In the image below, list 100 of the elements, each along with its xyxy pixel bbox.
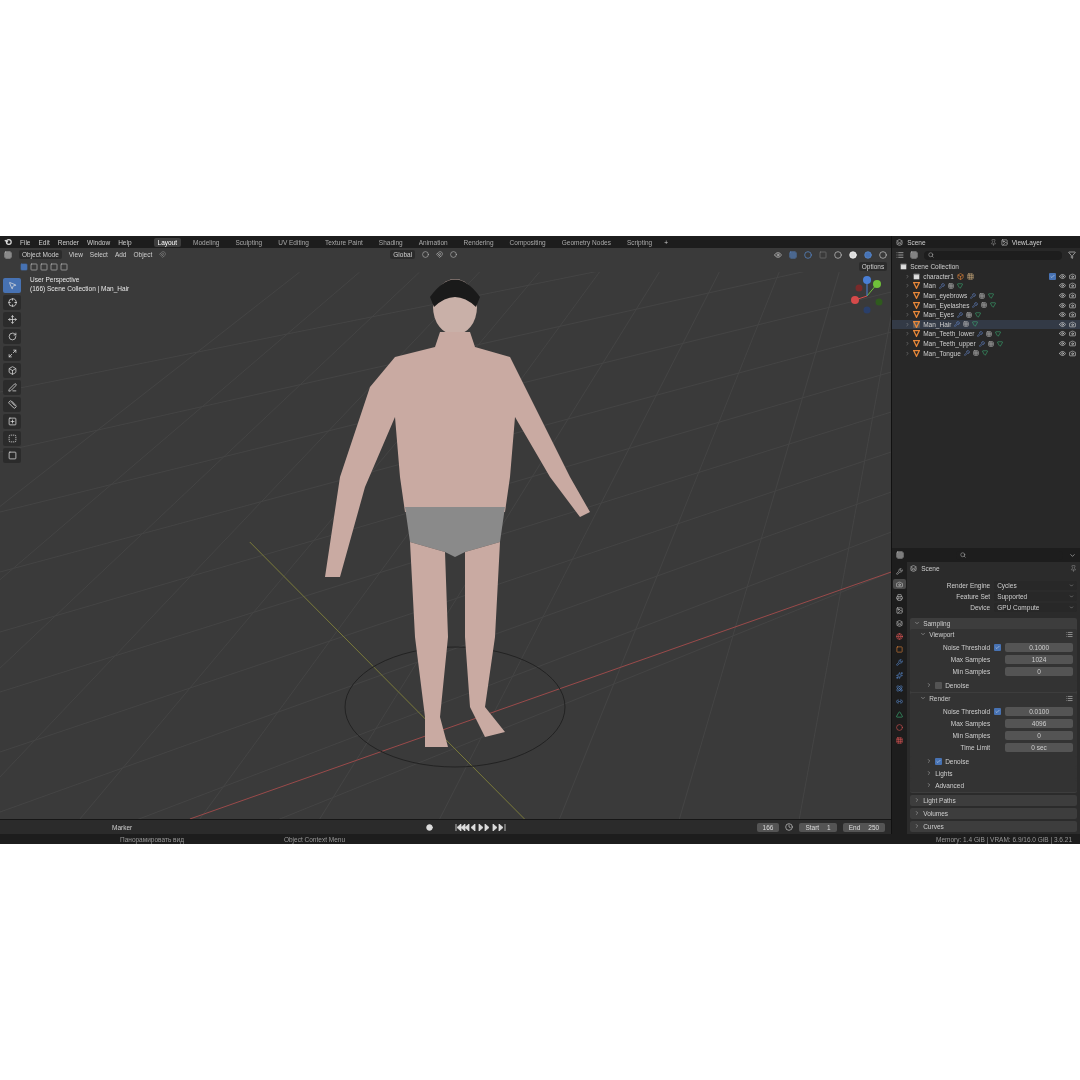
modifier-wrench-icon — [938, 283, 945, 289]
visibility-eye-icon[interactable] — [1059, 272, 1066, 280]
clock-icon[interactable] — [785, 823, 794, 831]
panel-checkbox[interactable] — [935, 758, 943, 765]
select-invert-icon[interactable] — [50, 262, 58, 271]
render-camera-icon[interactable] — [1069, 282, 1076, 290]
snap-icon[interactable] — [159, 251, 167, 258]
modifier-wrench-icon — [972, 302, 979, 309]
vertex-group-icon — [947, 283, 954, 289]
presets-list-icon[interactable] — [1066, 695, 1073, 702]
select-new-icon[interactable] — [20, 262, 28, 271]
proportional-edit-icon[interactable] — [450, 251, 458, 258]
visibility-eye-icon[interactable] — [1059, 330, 1066, 338]
tool-button[interactable] — [3, 346, 21, 361]
solid-shading-icon[interactable] — [849, 250, 858, 259]
display-mode-icon[interactable] — [896, 251, 905, 259]
tool-button[interactable] — [3, 363, 21, 378]
expand-chevron-icon[interactable] — [926, 770, 933, 777]
pin-icon[interactable] — [1070, 565, 1077, 573]
render-camera-icon[interactable] — [1069, 272, 1076, 280]
visibility-eye-icon[interactable] — [1059, 349, 1066, 357]
tool-button[interactable] — [3, 380, 21, 395]
render-camera-icon[interactable] — [1069, 292, 1076, 300]
collapse-chevron-icon[interactable] — [914, 620, 921, 627]
modifier-wrench-icon — [978, 340, 985, 347]
include-checkbox[interactable] — [1049, 272, 1056, 280]
expand-chevron-icon[interactable] — [926, 758, 933, 765]
search-icon — [928, 252, 935, 258]
select-subtract-icon[interactable] — [40, 262, 48, 271]
render-camera-icon[interactable] — [1069, 311, 1076, 319]
tool-button[interactable] — [3, 414, 21, 429]
visibility-eye-icon[interactable] — [1059, 292, 1066, 300]
collapse-chevron-icon[interactable] — [920, 695, 927, 702]
visibility-eye-icon[interactable] — [1059, 340, 1066, 348]
material-tab-icon — [896, 723, 904, 731]
visibility-eye-icon[interactable] — [1059, 320, 1066, 328]
property-checkbox[interactable] — [994, 708, 1002, 715]
rendered-shading-icon[interactable] — [879, 250, 888, 259]
expand-chevron-icon[interactable] — [926, 782, 933, 789]
tool-button[interactable] — [3, 312, 21, 327]
vertex-group-icon — [972, 350, 979, 357]
expand-chevron-icon[interactable] — [914, 810, 921, 817]
expand-chevron-icon[interactable] — [926, 682, 933, 689]
render-camera-icon[interactable] — [1069, 330, 1076, 338]
ruler-tool-icon — [7, 400, 17, 409]
presets-list-icon[interactable] — [1066, 631, 1073, 638]
world-tab-icon — [896, 632, 904, 640]
property-checkbox[interactable] — [994, 644, 1002, 651]
select-extend-icon[interactable] — [30, 262, 38, 271]
filter-icon[interactable] — [1068, 251, 1076, 259]
constraints-tab-icon — [896, 697, 904, 705]
add-cube-tool-icon — [7, 417, 17, 426]
render-camera-icon[interactable] — [1069, 301, 1076, 309]
dropdown-icon[interactable] — [1069, 551, 1076, 559]
visibility-eye-icon[interactable] — [1059, 282, 1066, 290]
tool-button[interactable] — [3, 329, 21, 344]
gizmo-toggle-icon[interactable] — [789, 250, 798, 259]
cursor-tool-icon — [7, 298, 17, 307]
modifier-wrench-icon — [970, 292, 977, 299]
overlay-toggle-icon[interactable] — [804, 250, 813, 259]
pin-icon[interactable] — [989, 238, 997, 246]
visibility-eye-icon[interactable] — [1059, 311, 1066, 319]
visibility-eye-icon[interactable] — [1059, 301, 1066, 309]
expand-chevron-icon[interactable] — [914, 797, 921, 804]
expand-chevron-icon[interactable] — [914, 823, 921, 830]
collection-box-icon — [913, 272, 921, 280]
tool-button[interactable] — [3, 448, 21, 463]
vertex-group-icon — [979, 292, 986, 299]
render-camera-icon[interactable] — [1069, 340, 1076, 348]
vertex-group-icon — [981, 302, 988, 309]
rotate-tool-icon — [7, 332, 17, 341]
record-icon[interactable] — [426, 823, 434, 831]
filter-mode-icon[interactable] — [910, 251, 919, 259]
view-layer-icon[interactable] — [1000, 238, 1008, 246]
search-field[interactable] — [924, 250, 1062, 260]
visibility-icon[interactable] — [774, 250, 783, 259]
select-intersect-icon[interactable] — [60, 262, 68, 271]
collapse-chevron-icon[interactable] — [920, 631, 927, 638]
data-tab-icon — [896, 710, 904, 718]
render-camera-icon[interactable] — [1069, 320, 1076, 328]
bevel-tool-icon — [7, 451, 17, 460]
editor-type-icon[interactable] — [896, 551, 905, 559]
vertex-group-icon — [963, 321, 970, 328]
properties-tab[interactable] — [893, 579, 907, 589]
vertex-group-icon — [987, 340, 994, 347]
modifier-wrench-icon — [956, 311, 963, 318]
material-shading-icon[interactable] — [864, 250, 873, 259]
armature-icon — [956, 272, 964, 280]
tool-button[interactable] — [3, 431, 21, 446]
tool-button[interactable] — [3, 295, 21, 310]
wireframe-shading-icon[interactable] — [834, 250, 843, 259]
panel-checkbox[interactable] — [935, 682, 943, 689]
editor-type-icon[interactable] — [4, 250, 12, 259]
tool-button[interactable] — [3, 397, 21, 412]
scene-icon[interactable] — [896, 238, 904, 246]
app-logo-icon[interactable] — [4, 238, 12, 246]
snapping-icon[interactable] — [436, 251, 444, 258]
render-camera-icon[interactable] — [1069, 349, 1076, 357]
pivot-icon[interactable] — [422, 251, 430, 258]
pen-tool-icon — [7, 383, 17, 392]
